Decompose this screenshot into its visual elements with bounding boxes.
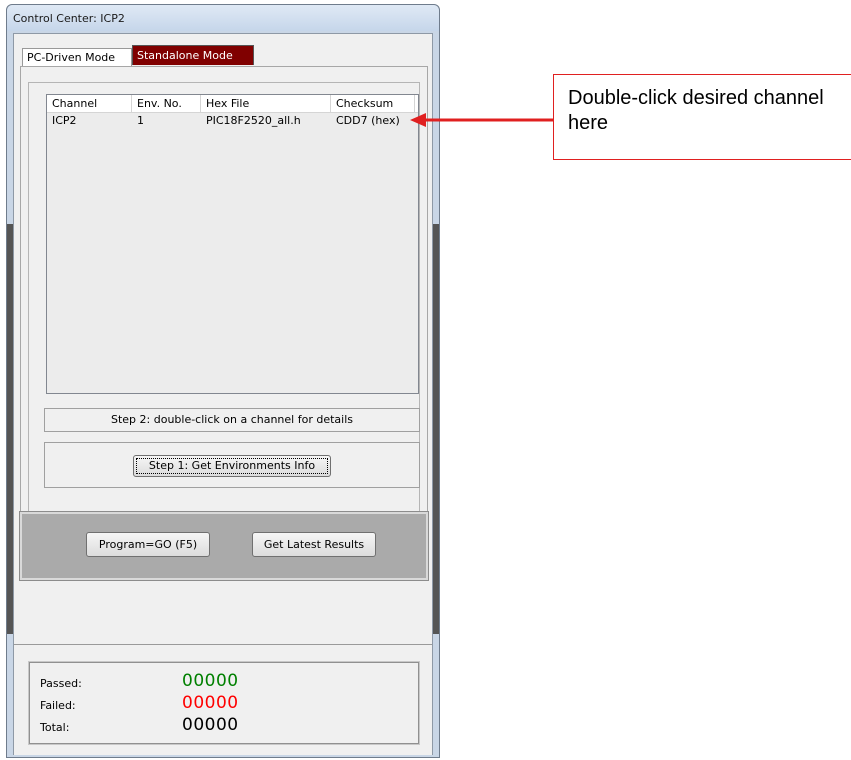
list-item[interactable]: ICP2 1 PIC18F2520_all.h CDD7 (hex) bbox=[47, 113, 418, 129]
cell-checksum: CDD7 (hex) bbox=[336, 114, 400, 127]
program-go-button[interactable]: Program=GO (F5) bbox=[86, 532, 210, 557]
passed-label: Passed: bbox=[40, 677, 82, 690]
cell-hex-file: PIC18F2520_all.h bbox=[206, 114, 301, 127]
annotation-callout: Double-click desired channel here bbox=[553, 74, 851, 160]
step1-frame: Step 1: Get Environments Info bbox=[44, 442, 420, 488]
tab-standalone-mode[interactable]: Standalone Mode bbox=[132, 45, 254, 65]
program-panel: Program=GO (F5) Get Latest Results bbox=[19, 511, 429, 581]
window-edge-right bbox=[433, 224, 439, 634]
title-bar[interactable]: Control Center: ICP2 bbox=[7, 5, 439, 31]
window-title: Control Center: ICP2 bbox=[13, 12, 125, 25]
counter-panel: Passed: 00000 Failed: 00000 Total: 00000 bbox=[14, 644, 432, 755]
get-environments-info-button[interactable]: Step 1: Get Environments Info bbox=[133, 455, 331, 477]
window-edge-left bbox=[7, 224, 13, 634]
tab-pc-driven-mode[interactable]: PC-Driven Mode bbox=[22, 48, 132, 66]
cell-env-no: 1 bbox=[137, 114, 144, 127]
counter-box: Passed: 00000 Failed: 00000 Total: 00000 bbox=[28, 661, 420, 745]
control-center-window: Control Center: ICP2 PC-Driven Mode Stan… bbox=[6, 4, 440, 758]
get-latest-results-button[interactable]: Get Latest Results bbox=[252, 532, 376, 557]
annotation-text: Double-click desired channel here bbox=[568, 87, 824, 134]
column-header-channel[interactable]: Channel bbox=[47, 95, 132, 112]
column-header-env-no[interactable]: Env. No. bbox=[132, 95, 201, 112]
failed-label: Failed: bbox=[40, 699, 76, 712]
annotation-arrow bbox=[410, 113, 554, 127]
total-count: 00000 bbox=[182, 715, 239, 735]
cell-channel: ICP2 bbox=[52, 114, 77, 127]
status-text: Step 2: double-click on a channel for de… bbox=[44, 408, 420, 432]
passed-count: 00000 bbox=[182, 671, 239, 691]
client-area: PC-Driven Mode Standalone Mode Channel E… bbox=[7, 33, 439, 755]
total-label: Total: bbox=[40, 721, 70, 734]
column-header-checksum[interactable]: Checksum bbox=[331, 95, 415, 112]
list-header: Channel Env. No. Hex File Checksum bbox=[47, 95, 418, 113]
channel-list[interactable]: Channel Env. No. Hex File Checksum ICP2 … bbox=[46, 94, 419, 394]
failed-count: 00000 bbox=[182, 693, 239, 713]
column-header-hex-file[interactable]: Hex File bbox=[201, 95, 331, 112]
